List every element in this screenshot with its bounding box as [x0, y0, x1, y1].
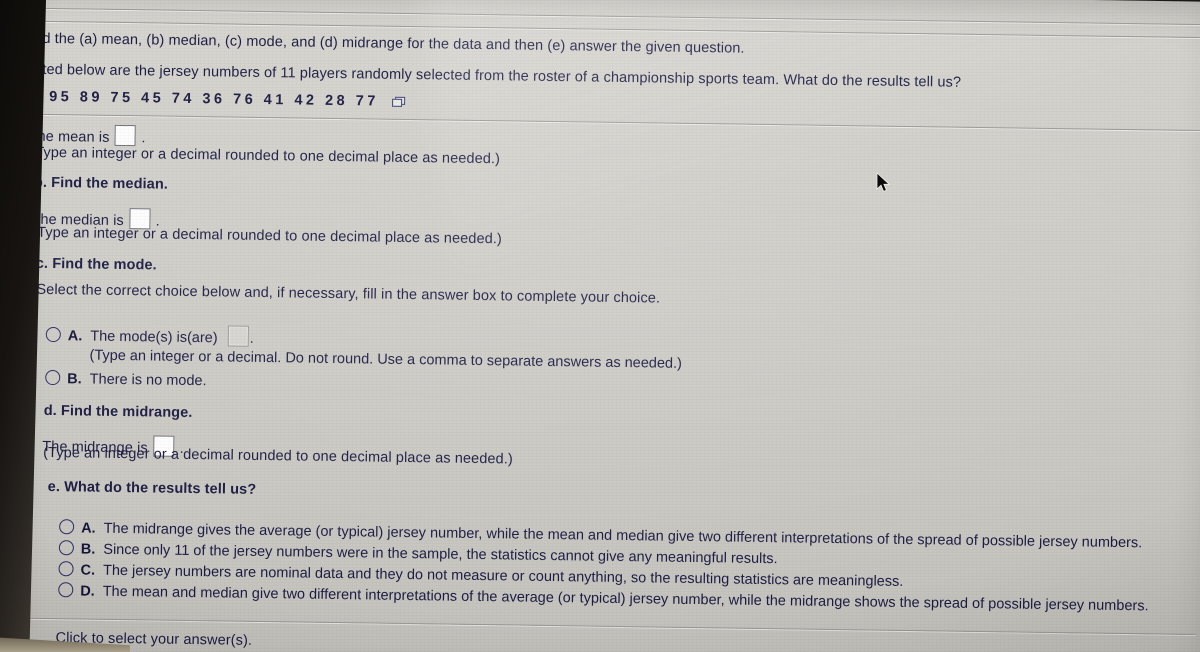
mouse-pointer-icon: [876, 172, 892, 194]
part-c-option-a-label: A.: [67, 328, 83, 345]
part-c-option-b-text: There is no mode.: [89, 371, 207, 390]
problem-context: Listed below are the jersey numbers of 1…: [23, 61, 962, 91]
part-c-instruction: Select the correct choice below and, if …: [36, 281, 661, 307]
part-c-option-a-text: The mode(s) is(are): [90, 328, 218, 347]
mode-answer-input[interactable]: [227, 325, 249, 347]
radio-e-d[interactable]: [58, 582, 74, 598]
popup-window-icon[interactable]: [392, 96, 406, 108]
radio-c-a[interactable]: [45, 326, 61, 343]
radio-e-a[interactable]: [59, 519, 75, 535]
part-c-option-a-sub: (Type an integer or a decimal. Do not ro…: [89, 347, 683, 372]
median-hint: (Type an integer or a decimal rounded to…: [32, 224, 503, 248]
homework-question-page: Find the (a) mean, (b) median, (c) mode,…: [0, 0, 1200, 652]
radio-c-b[interactable]: [45, 369, 61, 386]
part-e-option-c-label: C.: [80, 562, 96, 579]
part-c-option-a[interactable]: A. The mode(s) is(are) . (Type an integer…: [45, 323, 682, 372]
mean-period: .: [141, 130, 146, 147]
data-values: 95 89 75 45 74 36 76 41 42 28 77: [49, 88, 379, 110]
mode-period: .: [249, 330, 254, 347]
part-e-option-b-label: B.: [80, 541, 96, 558]
mean-answer-input[interactable]: [114, 124, 137, 147]
part-d-heading: d. Find the midrange.: [43, 402, 193, 421]
midrange-hint: (Type an integer or a decimal rounded to…: [43, 444, 513, 468]
part-c-heading: c. Find the mode.: [35, 255, 157, 274]
part-c-option-b-label: B.: [67, 371, 82, 388]
data-row: 95 89 75 45 74 36 76 41 42 28 77: [49, 88, 406, 111]
mean-hint: (Type an integer or a decimal rounded to…: [30, 144, 501, 168]
part-e-option-a-label: A.: [81, 520, 96, 537]
mean-answer-line: The mean is .: [28, 124, 146, 148]
part-e-option-d-text: The mean and median give two different i…: [102, 583, 1149, 615]
part-e-option-d[interactable]: D. The mean and median give two different…: [58, 582, 1149, 614]
part-e-option-d-label: D.: [80, 583, 95, 600]
part-e-heading: e. What do the results tell us?: [47, 478, 257, 498]
radio-e-c[interactable]: [58, 561, 74, 577]
divider-under-data: [2, 113, 1200, 132]
part-c-option-b[interactable]: B. There is no mode.: [45, 369, 207, 390]
photographed-screen: Find the (a) mean, (b) median, (c) mode,…: [0, 0, 1200, 652]
radio-e-b[interactable]: [58, 540, 74, 556]
part-b-heading: b. Find the median.: [33, 174, 169, 193]
problem-instruction: Find the (a) mean, (b) median, (c) mode,…: [21, 30, 745, 57]
